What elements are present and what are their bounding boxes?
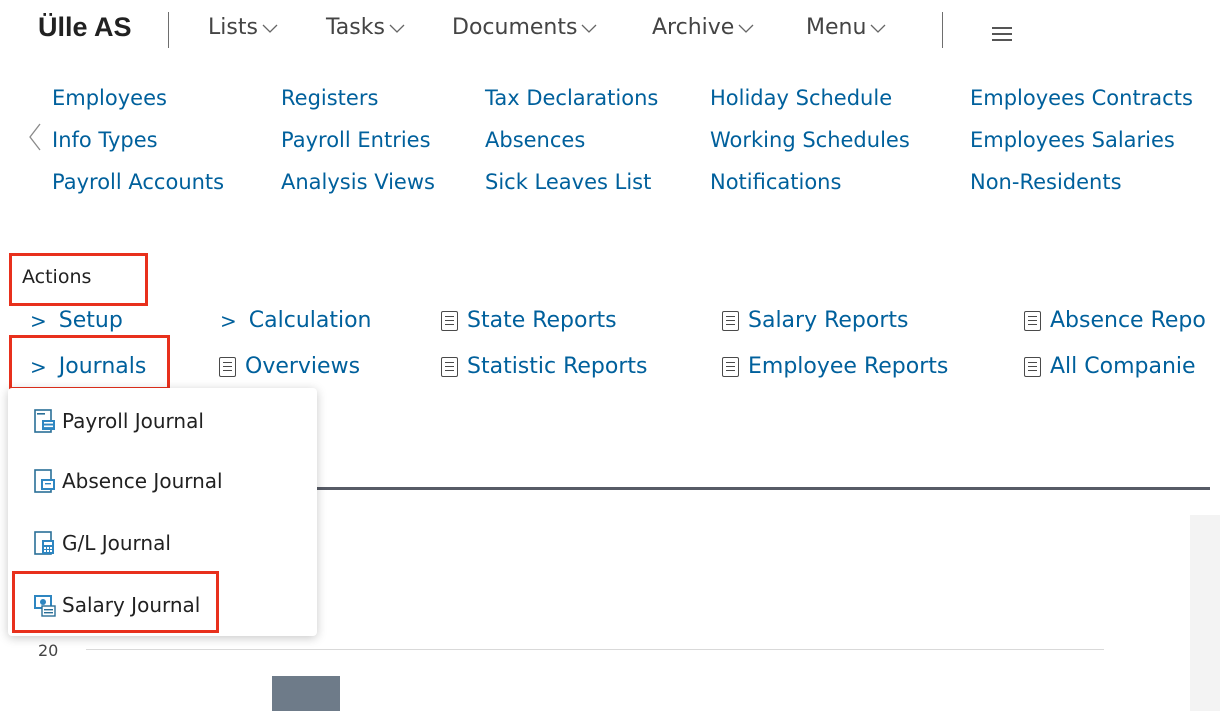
action-setup-label: Setup (58, 308, 123, 333)
menu-archive-label: Archive (652, 15, 735, 40)
highlight-box (9, 335, 170, 390)
payroll-journal-icon (34, 409, 55, 433)
action-statistic-reports-label: Statistic Reports (467, 354, 648, 379)
y-axis-tick-label: 20 (38, 641, 59, 660)
link-registers[interactable]: Registers (281, 86, 378, 110)
highlight-box (9, 253, 148, 306)
highlight-box (12, 571, 219, 633)
link-employees-salaries[interactable]: Employees Salaries (970, 128, 1175, 152)
menu-item-payroll-journal[interactable]: Payroll Journal (32, 408, 204, 434)
report-icon (441, 310, 458, 331)
menu-item-absence-journal-label: Absence Journal (62, 469, 223, 493)
report-icon (1024, 356, 1041, 377)
section-divider (310, 487, 1210, 490)
menu-item-gl-journal[interactable]: G/L Journal (32, 530, 171, 556)
menu-tasks[interactable]: Tasks (326, 15, 405, 40)
chevron-down-icon (262, 24, 278, 33)
chart-gridline (86, 649, 1104, 650)
link-analysis-views[interactable]: Analysis Views (281, 170, 435, 194)
menu-lists-label: Lists (208, 15, 258, 40)
menu-menu-label: Menu (806, 15, 867, 40)
hamburger-icon[interactable] (992, 27, 1012, 45)
menu-archive[interactable]: Archive (652, 15, 754, 40)
action-calculation[interactable]: > Calculation (220, 308, 372, 333)
link-payroll-entries[interactable]: Payroll Entries (281, 128, 431, 152)
action-absence-reports-label: Absence Repo (1050, 308, 1206, 333)
menu-menu[interactable]: Menu (806, 15, 886, 40)
action-all-companies[interactable]: All Companie (1024, 354, 1196, 379)
menu-documents[interactable]: Documents (452, 15, 597, 40)
menu-item-payroll-journal-label: Payroll Journal (62, 409, 204, 433)
report-icon (1024, 310, 1041, 331)
action-calculation-label: Calculation (248, 308, 372, 333)
menu-item-absence-journal[interactable]: Absence Journal (32, 468, 223, 494)
action-statistic-reports[interactable]: Statistic Reports (441, 354, 648, 379)
link-employees-contracts[interactable]: Employees Contracts (970, 86, 1193, 110)
report-icon (722, 356, 739, 377)
link-non-residents[interactable]: Non-Residents (970, 170, 1122, 194)
chart-bar (272, 676, 340, 711)
chevron-down-icon (389, 24, 405, 33)
link-holiday-schedule[interactable]: Holiday Schedule (710, 86, 892, 110)
report-icon (441, 356, 458, 377)
divider (168, 12, 169, 48)
chevron-down-icon (870, 24, 886, 33)
report-icon (722, 310, 739, 331)
action-salary-reports-label: Salary Reports (748, 308, 909, 333)
chevron-left-icon[interactable] (28, 122, 42, 152)
link-tax-declarations[interactable]: Tax Declarations (485, 86, 658, 110)
action-absence-reports[interactable]: Absence Repo (1024, 308, 1206, 333)
chevron-down-icon (738, 24, 754, 33)
absence-journal-icon (34, 469, 55, 493)
link-sick-leaves-list[interactable]: Sick Leaves List (485, 170, 651, 194)
gl-journal-icon (34, 531, 54, 555)
action-state-reports[interactable]: State Reports (441, 308, 617, 333)
menu-item-gl-journal-label: G/L Journal (62, 531, 171, 555)
link-info-types[interactable]: Info Types (52, 128, 158, 152)
divider (942, 12, 943, 48)
link-employees[interactable]: Employees (52, 86, 167, 110)
link-payroll-accounts[interactable]: Payroll Accounts (52, 170, 224, 194)
link-working-schedules[interactable]: Working Schedules (710, 128, 910, 152)
action-salary-reports[interactable]: Salary Reports (722, 308, 909, 333)
action-employee-reports-label: Employee Reports (748, 354, 949, 379)
action-state-reports-label: State Reports (467, 308, 617, 333)
action-overviews[interactable]: Overviews (219, 354, 360, 379)
menu-tasks-label: Tasks (326, 15, 385, 40)
chevron-right-icon: > (220, 308, 237, 333)
report-icon (219, 356, 236, 377)
action-all-companies-label: All Companie (1050, 354, 1196, 379)
chevron-right-icon: > (30, 308, 47, 333)
menu-documents-label: Documents (452, 15, 578, 40)
link-notifications[interactable]: Notifications (710, 170, 841, 194)
action-overviews-label: Overviews (245, 354, 361, 379)
side-panel (1190, 515, 1220, 711)
chevron-down-icon (581, 24, 597, 33)
company-name[interactable]: Ülle AS (38, 12, 132, 43)
link-absences[interactable]: Absences (485, 128, 585, 152)
action-employee-reports[interactable]: Employee Reports (722, 354, 948, 379)
menu-lists[interactable]: Lists (208, 15, 278, 40)
action-setup[interactable]: > Setup (30, 308, 123, 333)
top-navigation-bar: Ülle AS Lists Tasks Documents Archive Me… (0, 0, 1220, 58)
